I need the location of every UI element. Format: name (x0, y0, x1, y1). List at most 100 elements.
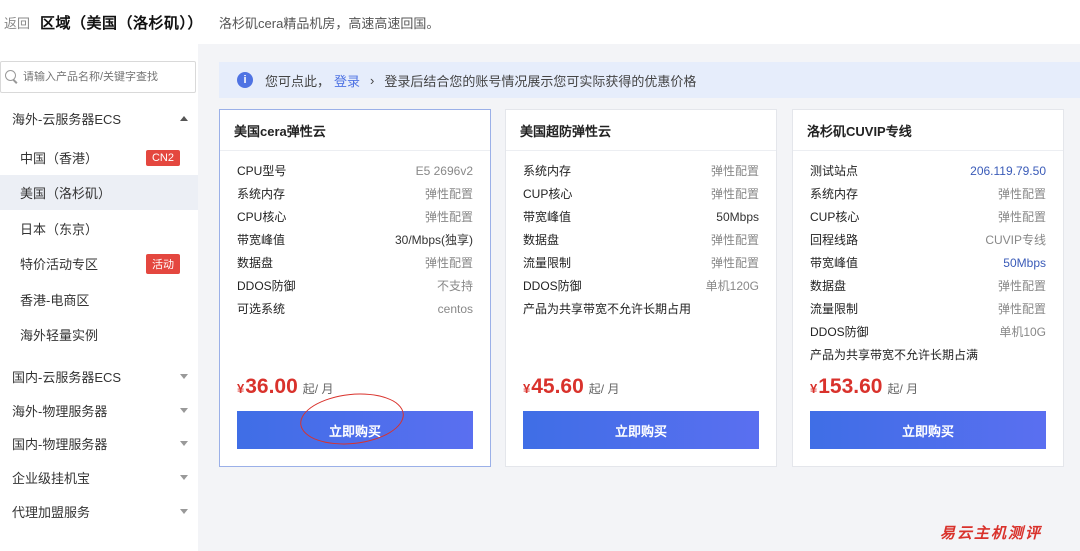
spec-value: 不支持 (436, 279, 473, 293)
spec-row: 回程线路 CUVIP专线 (810, 228, 1046, 251)
spec-row: 可选系统 centos (237, 297, 473, 320)
spec-key: CUP核心 (810, 210, 860, 224)
price-amount: 45.60 (531, 375, 584, 398)
spec-value: 弹性配置 (710, 233, 759, 247)
spec-row: DDOS防御 单机10G (810, 320, 1046, 343)
spec-row: 流量限制 弹性配置 (810, 297, 1046, 320)
caret-down-icon (180, 408, 188, 413)
spec-value: 弹性配置 (997, 210, 1046, 224)
info-icon: i (237, 72, 253, 88)
spec-key: 带宽峰值 (237, 233, 286, 247)
sidebar-group-domestic-physical[interactable]: 国内-物理服务器 (0, 426, 198, 461)
price: ¥ 36.00 起/ 月 (237, 375, 333, 399)
sidebar-group-overseas-ecs[interactable]: 海外-云服务器ECS (0, 101, 198, 136)
spec-key: 回程线路 (810, 233, 859, 247)
spec-value: centos (437, 301, 473, 316)
region-description: 洛杉矶cera精品机房，高速高速回国。 (219, 15, 440, 31)
sidebar-item-label: 特价活动专区 (20, 257, 99, 272)
sidebar-group-label: 海外-云服务器ECS (12, 112, 122, 127)
spec-value: 30/Mbps(独享) (394, 233, 473, 247)
buy-now-button[interactable]: 立即购买 (237, 411, 473, 449)
sidebar-group-label: 海外-物理服务器 (12, 404, 108, 419)
product-card: 美国超防弹性云 系统内存 弹性配置 CUP核心 弹性配置 带宽峰值 50Mbps 数据… (505, 109, 777, 467)
page-title: 区域（美国（洛杉矶）） (40, 14, 204, 32)
sidebar-item-los-angeles[interactable]: 美国（洛杉矶） (0, 175, 198, 210)
notice-text: 登录后结合您的账号情况展示您可实际获得的优惠价格 (384, 73, 697, 89)
spec-key: DDOS防御 (523, 279, 582, 293)
spec-key: 数据盘 (237, 256, 274, 270)
product-note: 产品为共享带宽不允许长期占满 (810, 348, 979, 362)
sidebar-group-label: 代理加盟服务 (12, 505, 91, 520)
buy-now-button[interactable]: 立即购买 (810, 411, 1046, 449)
spec-row: 带宽峰值 30/Mbps(独享) (237, 228, 473, 251)
product-card: 洛杉矶CUVIP专线 测试站点 206.119.79.50 系统内存 弹性配置 CU… (792, 109, 1064, 467)
sidebar-item-label: 海外轻量实例 (20, 328, 99, 343)
spec-row: 测试站点 206.119.79.50 (810, 159, 1046, 182)
sidebar-group-label: 企业级挂机宝 (12, 471, 91, 486)
spec-row: CPU核心 弹性配置 (237, 205, 473, 228)
sidebar-item-label: 香港-电商区 (20, 293, 90, 308)
sidebar-item-hk-ecommerce[interactable]: 香港-电商区 (0, 282, 198, 317)
sidebar-item-label: 日本（东京） (20, 222, 99, 237)
spec-value: 弹性配置 (997, 302, 1046, 316)
spec-row: 系统内存 弹性配置 (237, 182, 473, 205)
spec-value: 50Mbps (716, 209, 759, 224)
sidebar-item-lightweight[interactable]: 海外轻量实例 (0, 317, 198, 352)
sidebar-group-domestic-ecs[interactable]: 国内-云服务器ECS (0, 359, 198, 394)
caret-down-icon (180, 374, 188, 379)
sidebar-item-label: 美国（洛杉矶） (20, 186, 112, 201)
price: ¥ 153.60 起/ 月 (810, 375, 918, 399)
search-input[interactable] (23, 71, 193, 83)
spec-row: 数据盘 弹性配置 (810, 274, 1046, 297)
buy-now-button[interactable]: 立即购买 (523, 411, 759, 449)
watermark: 易云主机测评 (940, 524, 1043, 542)
chevron-right-icon: › (370, 72, 375, 88)
spec-key: 可选系统 (237, 302, 286, 316)
spec-key: 测试站点 (810, 164, 859, 178)
caret-down-icon (180, 441, 188, 446)
spec-key: CPU型号 (237, 164, 287, 178)
spec-key: DDOS防御 (237, 279, 296, 293)
spec-key: CPU核心 (237, 210, 287, 224)
login-link[interactable]: 登录 (334, 71, 360, 90)
spec-key: 流量限制 (810, 302, 859, 316)
spec-row: 数据盘 弹性配置 (523, 228, 759, 251)
spec-value: 50Mbps (1003, 255, 1046, 270)
sidebar-group-enterprise-hosting[interactable]: 企业级挂机宝 (0, 460, 198, 495)
product-note: 产品为共享带宽不允许长期占用 (523, 302, 692, 316)
spec-row: 带宽峰值 50Mbps (523, 205, 759, 228)
search-icon (5, 70, 19, 84)
sidebar-item-special-offers[interactable]: 特价活动专区 活动 (0, 246, 198, 281)
price-amount: 153.60 (818, 375, 883, 398)
product-title: 美国超防弹性云 (506, 110, 776, 151)
spec-value: CUVIP专线 (985, 233, 1046, 247)
price-amount: 36.00 (245, 375, 298, 398)
product-title: 洛杉矶CUVIP专线 (793, 110, 1063, 151)
spec-row: 数据盘 弹性配置 (237, 251, 473, 274)
spec-key: DDOS防御 (810, 325, 869, 339)
caret-down-icon (180, 509, 188, 514)
price-unit: 起/ 月 (588, 382, 620, 396)
top-bar: 返回 区域（美国（洛杉矶）） 洛杉矶cera精品机房，高速高速回国。 (0, 0, 1080, 44)
sidebar-item-hongkong[interactable]: 中国（香港） CN2 (0, 140, 198, 175)
spec-key: 数据盘 (810, 279, 847, 293)
spec-value: 单机10G (999, 325, 1046, 339)
back-link[interactable]: 返回 (4, 13, 30, 32)
spec-value: 弹性配置 (424, 187, 473, 201)
spec-key: 系统内存 (237, 187, 286, 201)
sidebar-item-label: 中国（香港） (20, 151, 99, 166)
sidebar-group-label: 国内-物理服务器 (12, 437, 108, 452)
sidebar-group-overseas-physical[interactable]: 海外-物理服务器 (0, 393, 198, 428)
spec-row: 流量限制 弹性配置 (523, 251, 759, 274)
spec-value: 单机120G (705, 279, 759, 293)
sidebar-group-agency[interactable]: 代理加盟服务 (0, 494, 198, 529)
spec-key: 带宽峰值 (810, 256, 859, 270)
search-box[interactable] (0, 61, 196, 93)
spec-value: 弹性配置 (710, 187, 759, 201)
currency-symbol: ¥ (237, 381, 245, 396)
spec-key: 流量限制 (523, 256, 572, 270)
sidebar-item-tokyo[interactable]: 日本（东京） (0, 211, 198, 246)
sidebar: 海外-云服务器ECS 中国（香港） CN2 美国（洛杉矶） 日本（东京） 特价活… (0, 44, 198, 551)
promo-badge: 活动 (146, 253, 180, 274)
spec-row: DDOS防御 单机120G (523, 274, 759, 297)
